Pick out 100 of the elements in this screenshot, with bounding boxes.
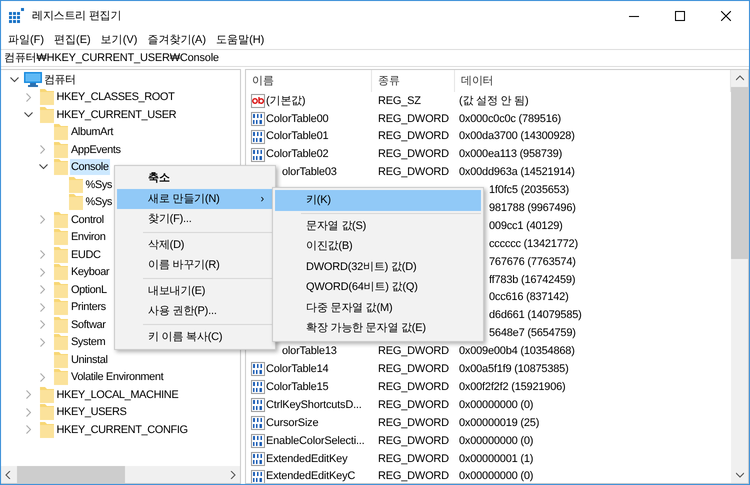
value-name[interactable]: ColorTable14: [266, 361, 328, 378]
value-name[interactable]: EnableColorSelecti...: [266, 432, 365, 450]
value-data: 5648e7 (5654759): [489, 327, 576, 340]
collapsed-chevron-icon[interactable]: [26, 390, 32, 400]
collapsed-chevron-icon[interactable]: [40, 302, 46, 312]
value-data: 0x00da3700 (14300928): [459, 130, 575, 142]
binary-value-icon: [251, 470, 265, 483]
tree-item[interactable]: HKEY_LOCAL_MACHINE: [56, 386, 180, 403]
value-data: (값 설정 안 됨): [459, 94, 528, 107]
menu-item[interactable]: 확장 가능한 문자열 값(E): [275, 318, 481, 338]
value-data: 0x00000000 (0): [459, 398, 534, 411]
string-value-icon: [251, 94, 265, 108]
value-data: 0x00000001 (1): [459, 452, 534, 464]
tree-item[interactable]: Volatile Environment: [70, 369, 164, 386]
value-name[interactable]: ColorTable01: [266, 128, 328, 145]
collapsed-chevron-icon[interactable]: [40, 268, 46, 277]
menu-item[interactable]: 즐겨찾기(A): [142, 31, 212, 49]
value-type: REG_DWORD: [378, 380, 449, 393]
menu-item[interactable]: 삭제(D): [117, 234, 273, 255]
menu-item[interactable]: 사용 권한(P)...: [117, 301, 273, 322]
binary-value-icon: [251, 380, 265, 394]
menu-item[interactable]: 키 이름 복사(C): [117, 326, 273, 347]
tree-item[interactable]: EUDC: [70, 246, 102, 263]
tree-item[interactable]: Uninstal: [70, 352, 109, 368]
menu-item[interactable]: 이진값(B): [275, 236, 481, 256]
menu-item[interactable]: 파일(F): [3, 31, 50, 49]
value-data: d6d661 (14079585): [489, 309, 582, 322]
registry-icon: [9, 8, 25, 24]
value-name[interactable]: CursorSize: [266, 414, 318, 432]
tree-item[interactable]: HKEY_CURRENT_CONFIG: [56, 422, 189, 438]
collapsed-chevron-icon[interactable]: [40, 338, 46, 347]
folder-icon: [53, 246, 69, 264]
value-data: 767676 (7763574): [489, 256, 576, 268]
value-name[interactable]: CtrlKeyShortcutsD...: [266, 396, 362, 414]
tree-item[interactable]: %Sys: [84, 194, 114, 210]
value-name[interactable]: ColorTable15: [266, 378, 328, 396]
menu-item[interactable]: QWORD(64비트) 값(Q): [275, 277, 481, 298]
folder-icon: [68, 176, 84, 194]
folder-icon: [53, 280, 69, 299]
collapsed-chevron-icon[interactable]: [40, 372, 46, 382]
menu-item[interactable]: 문자열 값(S): [275, 216, 481, 236]
tree-item[interactable]: %Sys: [84, 176, 114, 193]
menu-item[interactable]: 키(K): [275, 190, 481, 210]
tree-item[interactable]: 컴퓨터: [43, 72, 77, 88]
tree-item[interactable]: HKEY_CURRENT_USER: [56, 106, 178, 123]
collapsed-chevron-icon[interactable]: [26, 92, 32, 102]
collapsed-chevron-icon[interactable]: [26, 425, 32, 434]
menu-item[interactable]: 보기(V): [96, 31, 142, 49]
value-type: REG_DWORD: [378, 345, 449, 358]
tree-item[interactable]: Console: [70, 159, 110, 176]
expanded-chevron-icon[interactable]: [10, 76, 18, 83]
tree-item[interactable]: AlbumArt: [70, 124, 114, 140]
tree-item[interactable]: System: [70, 334, 106, 350]
column-header[interactable]: 종류: [372, 70, 455, 92]
tree-item[interactable]: HKEY_CLASSES_ROOT: [56, 89, 176, 106]
menu-item[interactable]: 도움말(H): [211, 31, 270, 49]
horizontal-scrollbar[interactable]: [1, 466, 240, 483]
tree-item[interactable]: OptionL: [70, 282, 108, 298]
tree-item[interactable]: AppEvents: [70, 142, 122, 158]
collapsed-chevron-icon[interactable]: [40, 215, 46, 224]
folder-icon: [38, 420, 54, 439]
menu-item[interactable]: DWORD(32비트) 값(D): [275, 256, 481, 277]
value-data: ff783b (16742459): [489, 274, 576, 286]
tree-item[interactable]: HKEY_USERS: [56, 404, 128, 420]
value-name[interactable]: ExtendedEditKeyC: [266, 468, 356, 483]
value-name[interactable]: ColorTable02: [266, 146, 328, 163]
expanded-chevron-icon[interactable]: [24, 112, 33, 118]
value-name[interactable]: olorTable13: [282, 343, 337, 360]
menu-item[interactable]: 편집(E): [49, 31, 96, 49]
menu-item[interactable]: 찾기(F)...: [117, 209, 273, 230]
value-name[interactable]: olorTable03: [282, 164, 337, 181]
value-name[interactable]: ExtendedEditKey: [266, 450, 348, 467]
address-bar[interactable]: 컴퓨터₩HKEY_CURRENT_USER₩Console: [4, 52, 219, 64]
value-data: 0x00f2f2f2 (15921906): [459, 380, 566, 393]
folder-icon: [53, 298, 69, 316]
collapsed-chevron-icon[interactable]: [40, 320, 46, 330]
folder-icon: [38, 403, 54, 422]
vertical-scrollbar[interactable]: [731, 70, 748, 483]
tree-item[interactable]: Environ: [70, 229, 106, 246]
value-data: 0x00000019 (25): [459, 416, 540, 429]
expanded-chevron-icon[interactable]: [38, 164, 48, 170]
menu-item[interactable]: 새로 만들기(N) ›: [117, 188, 273, 209]
tree-item[interactable]: Control: [70, 212, 105, 228]
value-name[interactable]: (기본값): [266, 92, 306, 110]
collapsed-chevron-icon[interactable]: [40, 285, 46, 294]
menu-item[interactable]: 이름 바꾸기(R): [117, 255, 273, 276]
collapsed-chevron-icon[interactable]: [40, 250, 46, 260]
tree-item[interactable]: Printers: [70, 299, 107, 316]
collapsed-chevron-icon[interactable]: [40, 145, 46, 154]
value-name[interactable]: ColorTable00: [266, 110, 328, 128]
tree-item[interactable]: Softwar: [70, 316, 106, 333]
tree-item[interactable]: Keyboar: [70, 264, 110, 280]
value-data: 0x00000000 (0): [459, 434, 534, 447]
menu-item[interactable]: 다중 문자열 값(M): [275, 298, 481, 318]
value-type: REG_DWORD: [378, 470, 449, 482]
menu-item[interactable]: 내보내기(E): [117, 280, 273, 301]
menu-item[interactable]: 축소: [117, 168, 273, 188]
collapsed-chevron-icon[interactable]: [26, 408, 32, 417]
column-header[interactable]: 이름: [246, 70, 372, 92]
folder-icon: [53, 228, 69, 246]
